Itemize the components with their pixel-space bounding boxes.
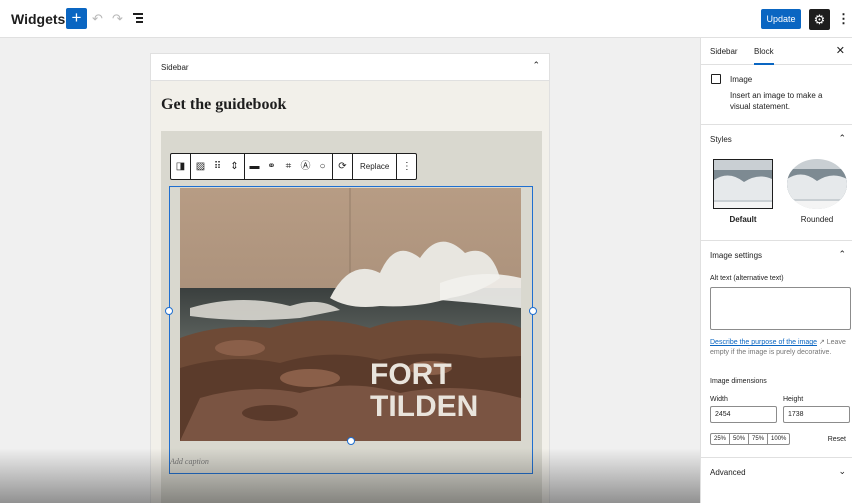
size-25-button[interactable]: 25% [711, 434, 731, 444]
chevron-down-icon[interactable]: ⌄ [838, 466, 846, 477]
block-card-title: Image [730, 75, 753, 84]
style-rounded-preview [787, 159, 847, 209]
add-block-button[interactable]: + [66, 8, 87, 29]
toolbar-group-more: ⋮ [397, 154, 416, 179]
size-100-button[interactable]: 100% [768, 434, 789, 444]
widget-area-title: Sidebar [161, 63, 189, 72]
crop-icon[interactable]: ⌗ [283, 153, 294, 180]
toolbar-group-parent: ◨ [171, 154, 191, 179]
describe-purpose-link[interactable]: Describe the purpose of the image [710, 339, 817, 346]
alt-text-label: Alt text (alternative text) [710, 275, 784, 282]
align-icon[interactable]: ▬ [249, 153, 260, 180]
style-rounded-label: Rounded [800, 215, 834, 224]
page-title: Widgets [11, 11, 66, 27]
external-link-icon: ↗ [817, 339, 825, 346]
widget-area-header[interactable]: Sidebar ⌃ [150, 53, 550, 81]
redo-icon[interactable]: ↷ [112, 11, 123, 27]
style-default-thumb[interactable] [713, 159, 773, 209]
chevron-up-icon[interactable]: ⌃ [838, 249, 846, 260]
chevron-up-icon[interactable]: ⌃ [532, 60, 540, 71]
heading-block[interactable]: Get the guidebook [161, 96, 286, 114]
tab-block[interactable]: Block [754, 47, 774, 65]
circle-mask-icon[interactable]: ○ [317, 153, 328, 180]
height-input[interactable]: 1738 [783, 406, 850, 423]
height-label: Height [783, 396, 804, 403]
image-settings-title: Image settings [710, 251, 763, 260]
styles-panel-title: Styles [710, 135, 732, 144]
image-block-icon[interactable]: ▨ [195, 153, 206, 180]
link-icon[interactable]: ⚭ [266, 153, 277, 180]
drag-handle-icon[interactable]: ⠿ [212, 153, 223, 180]
resize-handle-left[interactable] [165, 307, 173, 315]
advanced-title: Advanced [710, 468, 746, 477]
select-parent-icon[interactable]: ◨ [175, 153, 186, 180]
styles-panel-header[interactable]: Styles ⌃ [701, 125, 852, 153]
block-card-description: Insert an image to make a visual stateme… [730, 91, 823, 111]
style-default-label: Default [729, 215, 757, 224]
resize-handle-bottom[interactable] [347, 437, 355, 445]
image-dimensions-label: Image dimensions [710, 378, 767, 385]
block-toolbar: ◨ ▨ ⠿ ⇕ ▬ ⚭ ⌗ Ⓐ ○ ⟳ Replace ⋮ [170, 153, 418, 180]
editor-canvas: Sidebar ⌃ Get the guidebook ◨ ▨ ⠿ ⇕ ▬ ⚭ … [0, 38, 700, 503]
image-settings-header[interactable]: Image settings ⌃ [701, 241, 852, 269]
toolbar-group-tools: ▬ ⚭ ⌗ Ⓐ ○ [245, 154, 333, 179]
move-up-down-icon[interactable]: ⇕ [229, 153, 240, 180]
reset-button[interactable]: Reset [828, 436, 846, 443]
text-overlay-icon[interactable]: Ⓐ [300, 153, 311, 180]
style-default-preview [714, 160, 772, 208]
sidebar-tabs: Sidebar Block ✕ [701, 38, 852, 65]
settings-sidebar: Sidebar Block ✕ Image Insert an image to… [700, 38, 852, 503]
resize-handle-right[interactable] [529, 307, 537, 315]
image-block-selection[interactable] [165, 186, 537, 474]
size-preset-group: 25% 50% 75% 100% [710, 433, 791, 445]
options-menu-icon[interactable]: ⋮ [837, 9, 850, 29]
width-label: Width [710, 396, 728, 403]
advanced-panel-header[interactable]: Advanced ⌄ [701, 458, 852, 486]
alt-text-input[interactable] [710, 287, 851, 330]
transform-icon[interactable]: ⟳ [337, 153, 348, 180]
close-icon[interactable]: ✕ [836, 44, 845, 57]
update-button[interactable]: Update [761, 9, 801, 29]
toolbar-group-transform: ⟳ [333, 154, 353, 179]
list-view-icon[interactable] [133, 13, 143, 23]
image-icon [711, 74, 721, 84]
style-rounded-thumb[interactable] [787, 159, 847, 209]
block-card: Image Insert an image to make a visual s… [701, 65, 852, 125]
toolbar-group-replace: Replace [353, 153, 398, 180]
tab-sidebar[interactable]: Sidebar [710, 47, 738, 56]
toolbar-group-block: ▨ ⠿ ⇕ [191, 154, 245, 179]
caption-input[interactable]: Add caption [170, 457, 209, 466]
size-50-button[interactable]: 50% [730, 434, 750, 444]
alt-text-help: Describe the purpose of the image ↗ Leav… [710, 338, 852, 358]
width-input[interactable]: 2454 [710, 406, 777, 423]
more-options-icon[interactable]: ⋮ [401, 153, 412, 180]
image-settings-panel: Image settings ⌃ Alt text (alternative t… [701, 241, 852, 458]
replace-button[interactable]: Replace [357, 153, 392, 180]
chevron-up-icon[interactable]: ⌃ [838, 133, 846, 144]
top-toolbar: Widgets + ↶ ↷ Update ⚙ ⋮ [0, 0, 852, 38]
settings-gear-icon[interactable]: ⚙ [809, 9, 830, 30]
undo-icon[interactable]: ↶ [92, 11, 103, 27]
size-75-button[interactable]: 75% [749, 434, 769, 444]
styles-panel: Styles ⌃ Default Rounded [701, 125, 852, 241]
